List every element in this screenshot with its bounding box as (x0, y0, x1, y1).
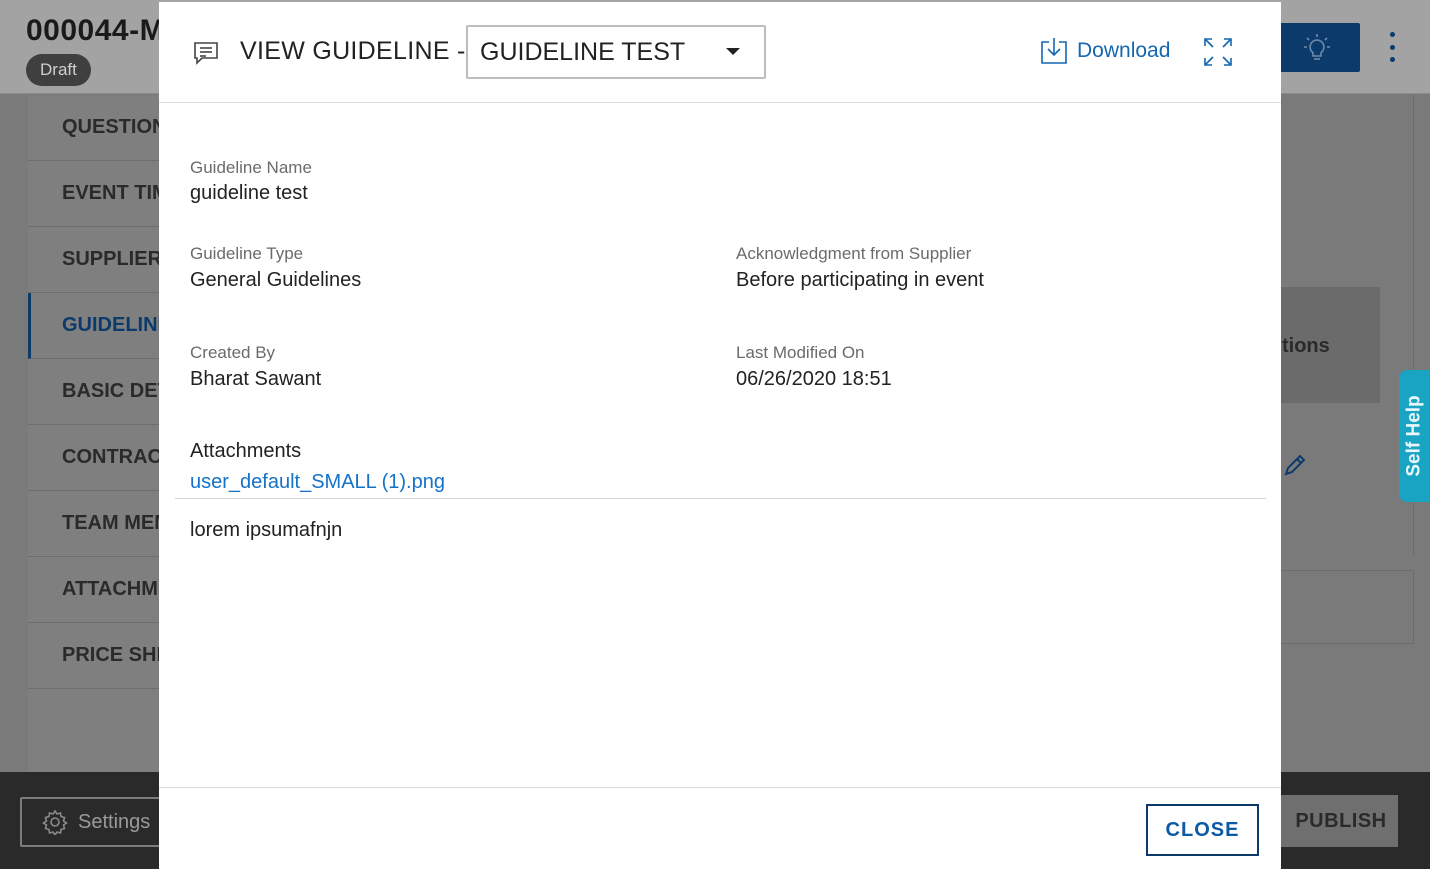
guideline-select[interactable]: GUIDELINE TEST (466, 25, 766, 79)
attachment-link[interactable]: user_default_SMALL (1).png (190, 471, 445, 494)
sidebar-item-guidelines[interactable]: GUIDELINE (28, 293, 159, 359)
created-by-value: Bharat Sawant (190, 368, 322, 390)
created-by-label: Created By (190, 343, 276, 362)
modal-header: VIEW GUIDELINE - GUIDELINE TEST Download (159, 2, 1281, 103)
record-title: 000044-M (26, 14, 166, 47)
lightbulb-icon (1304, 33, 1330, 60)
ideas-button[interactable] (1274, 23, 1360, 72)
attachments-heading: Attachments (190, 440, 302, 462)
sidebar-item-team-members[interactable]: TEAM MEM (28, 491, 159, 557)
acknowledgment-label: Acknowledgment from Supplier (736, 244, 972, 263)
more-options-icon[interactable] (1382, 32, 1402, 62)
download-label: Download (1077, 39, 1171, 62)
last-modified-value: 06/26/2020 18:51 (736, 368, 892, 390)
modal-footer: CLOSE (159, 787, 1281, 869)
guideline-type-label: Guideline Type (190, 244, 304, 263)
self-help-label: Self Help (1404, 395, 1425, 477)
sidebar-item-price-sheet[interactable]: PRICE SHE (28, 623, 159, 689)
sidebar-item-attachments[interactable]: ATTACHM (28, 557, 159, 623)
modal-title: VIEW GUIDELINE - (240, 37, 466, 65)
sidebar-item-suppliers[interactable]: SUPPLIERS (28, 227, 159, 293)
comment-icon (194, 42, 218, 65)
settings-button[interactable]: Settings (20, 797, 170, 847)
guideline-description: lorem ipsumafnjn (190, 519, 343, 541)
sidebar-item-event-timeline[interactable]: EVENT TIM (28, 161, 159, 227)
info-card-text: tions (1282, 335, 1330, 357)
sidebar-item-questions[interactable]: QUESTION (28, 95, 159, 161)
publish-button[interactable]: PUBLISH (1270, 795, 1398, 847)
divider (175, 498, 1266, 499)
sidebar-item-basic-details[interactable]: BASIC DET (28, 359, 159, 425)
status-badge: Draft (26, 54, 91, 86)
close-button[interactable]: CLOSE (1146, 804, 1259, 856)
expand-icon[interactable] (1202, 36, 1234, 68)
view-guideline-modal: VIEW GUIDELINE - GUIDELINE TEST Download (159, 2, 1281, 869)
download-icon (1041, 38, 1067, 64)
settings-label: Settings (78, 810, 151, 833)
guideline-name-value: guideline test (190, 182, 308, 204)
edit-icon[interactable] (1282, 452, 1308, 483)
section-sidebar: QUESTION EVENT TIM SUPPLIERS GUIDELINE B… (28, 95, 160, 772)
download-button[interactable]: Download (1039, 36, 1170, 66)
sidebar-item-contract[interactable]: CONTRACT (28, 425, 159, 491)
chevron-down-icon (726, 48, 740, 55)
guideline-name-label: Guideline Name (190, 158, 312, 177)
gear-icon (42, 809, 68, 835)
self-help-tab[interactable]: Self Help (1399, 370, 1430, 502)
acknowledgment-value: Before participating in event (736, 269, 984, 291)
guideline-select-value: GUIDELINE TEST (480, 37, 686, 66)
content-box (1280, 570, 1414, 644)
guideline-type-value: General Guidelines (190, 269, 362, 291)
last-modified-label: Last Modified On (736, 343, 865, 362)
